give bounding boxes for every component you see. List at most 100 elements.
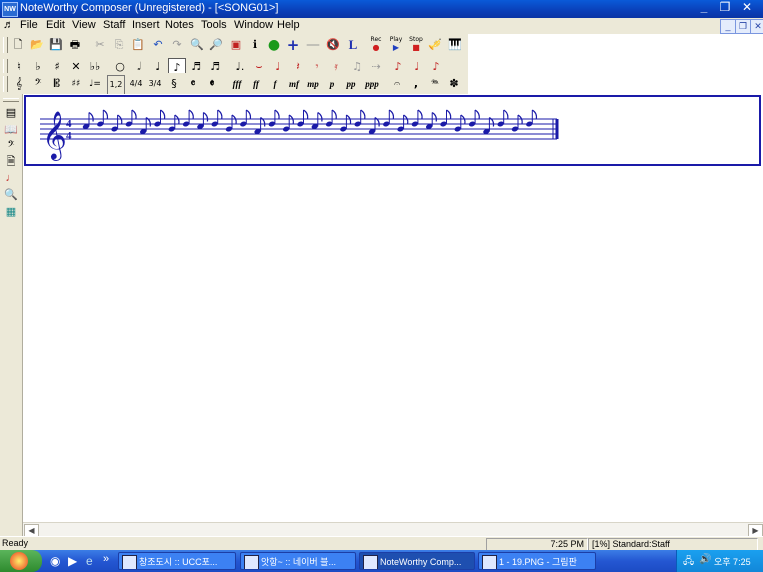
- note-flag: [531, 109, 538, 120]
- eighth-note: [425, 111, 437, 130]
- dynamic-ppp-icon[interactable]: ppp: [362, 75, 382, 93]
- zoom-in-icon[interactable]: 🔍: [189, 36, 205, 54]
- note-red-icon[interactable]: ♩: [3, 170, 19, 186]
- instrument-icon[interactable]: 𝄢: [3, 138, 19, 154]
- toolbar-grip[interactable]: [3, 98, 19, 102]
- task-icon: [244, 555, 259, 569]
- eighth-note: [197, 111, 209, 130]
- menu-staff[interactable]: Staff: [103, 19, 125, 31]
- redo-icon[interactable]: ↷: [169, 36, 185, 54]
- note-flag: [217, 109, 223, 120]
- toolbar-grip[interactable]: [3, 37, 8, 53]
- record-button[interactable]: Rec ●: [367, 36, 385, 54]
- mdi-restore-button[interactable]: ❐: [735, 19, 751, 34]
- task-button-active[interactable]: NoteWorthy Comp...: [359, 552, 475, 570]
- breath-mark-icon[interactable]: ,: [408, 75, 424, 93]
- quicklaunch-icon[interactable]: ◉: [50, 554, 60, 568]
- doc-menu-icon[interactable]: ♬: [2, 19, 15, 32]
- clock[interactable]: 오후 7:25: [714, 555, 751, 568]
- save-icon[interactable]: 💾: [48, 36, 64, 54]
- menu-view[interactable]: View: [72, 19, 96, 31]
- score-canvas[interactable]: 𝄞 4 4: [23, 94, 763, 522]
- plus-icon[interactable]: +: [285, 36, 301, 54]
- cut-icon[interactable]: ✂: [92, 36, 108, 54]
- dynamic-f-icon[interactable]: f: [267, 75, 283, 93]
- stop-button[interactable]: Stop ■: [407, 36, 425, 54]
- paste-icon[interactable]: 📋: [130, 36, 146, 54]
- menu-tools[interactable]: Tools: [201, 19, 227, 31]
- print-icon[interactable]: 🖶: [67, 36, 83, 54]
- mute-icon[interactable]: 🔇: [325, 36, 341, 54]
- grid-icon[interactable]: ▦: [3, 204, 19, 220]
- app-icon[interactable]: NW: [2, 2, 18, 17]
- pedal-icon[interactable]: 𝆮: [427, 75, 443, 93]
- treble-clef-icon[interactable]: 𝄞: [11, 75, 27, 93]
- undo-icon[interactable]: ↶: [150, 36, 166, 54]
- mdi-close-button[interactable]: ✕: [750, 19, 763, 34]
- staff[interactable]: 𝄞 4 4: [26, 97, 759, 164]
- staff-frame[interactable]: 𝄞 4 4: [24, 95, 761, 166]
- close-button[interactable]: ✕: [736, 0, 758, 16]
- menu-edit[interactable]: Edit: [46, 19, 65, 31]
- ending-icon[interactable]: 1,2: [107, 75, 125, 95]
- new-file-icon[interactable]: 🗋: [10, 36, 26, 54]
- dynamic-mp-icon[interactable]: mp: [305, 75, 321, 93]
- play-button[interactable]: Play ▶: [387, 36, 405, 54]
- mdi-minimize-button[interactable]: _: [720, 19, 736, 34]
- time-34-icon[interactable]: 3/4: [147, 75, 163, 93]
- network-icon[interactable]: 🖧: [683, 554, 694, 571]
- magnifier-icon[interactable]: 🔍: [3, 187, 19, 203]
- keyboard-icon[interactable]: 🎹: [445, 36, 465, 54]
- zoom-out-icon[interactable]: 🔎: [208, 36, 224, 54]
- menu-window[interactable]: Window: [234, 19, 273, 31]
- ie-icon[interactable]: e: [86, 554, 93, 568]
- page-setup-icon[interactable]: ▣: [228, 36, 244, 54]
- dynamic-fff-icon[interactable]: fff: [229, 75, 245, 93]
- note-flag: [388, 109, 395, 120]
- tempo-icon[interactable]: ♩=: [87, 75, 103, 93]
- menu-file[interactable]: File: [20, 19, 38, 31]
- note-flag: [131, 109, 137, 120]
- dynamic-p-icon[interactable]: p: [324, 75, 340, 93]
- green-circle-icon[interactable]: ●: [266, 36, 282, 54]
- menu-insert[interactable]: Insert: [132, 19, 160, 31]
- left-toolbar: ▤ 📖 𝄢 🗎 ♩ 🔍 ▦: [0, 94, 23, 536]
- task-button[interactable]: 앗항~ :: 네이버 블...: [240, 552, 356, 570]
- copy-icon[interactable]: ⎘: [111, 36, 127, 54]
- pedal-release-icon[interactable]: ✽: [446, 75, 462, 93]
- volume-icon[interactable]: 🔊: [699, 554, 711, 565]
- menu-help[interactable]: Help: [277, 19, 300, 31]
- fermata-icon[interactable]: 𝄐: [389, 75, 405, 93]
- layout-l-icon[interactable]: L: [345, 36, 361, 54]
- horizontal-scrollbar[interactable]: ◀ ▶: [23, 522, 763, 537]
- bass-clef-icon[interactable]: 𝄢: [30, 75, 46, 93]
- book-icon[interactable]: 📖: [3, 122, 19, 138]
- page-icon[interactable]: 🗎: [3, 154, 19, 170]
- maximize-button[interactable]: ❐: [714, 0, 736, 16]
- dynamic-ff-icon[interactable]: ff: [248, 75, 264, 93]
- segno-icon[interactable]: §: [166, 75, 182, 93]
- note-flag: [331, 109, 337, 120]
- time-44-icon[interactable]: 4/4: [128, 75, 144, 93]
- note-flag: [417, 109, 423, 120]
- instrument-icon[interactable]: 🎺: [427, 36, 443, 54]
- quicklaunch-more[interactable]: »: [103, 553, 109, 565]
- info-icon[interactable]: ℹ: [247, 36, 263, 54]
- dynamic-mf-icon[interactable]: mf: [286, 75, 302, 93]
- staff-icon[interactable]: ▤: [3, 105, 19, 121]
- key-signature-icon[interactable]: ♯♯: [68, 75, 84, 93]
- open-folder-icon[interactable]: 📂: [29, 36, 45, 54]
- media-icon[interactable]: ▶: [68, 554, 77, 568]
- toolbar-grip[interactable]: [3, 76, 8, 92]
- common-time-icon[interactable]: 𝄴: [185, 75, 201, 93]
- alto-clef-icon[interactable]: 𝄡: [49, 75, 65, 93]
- task-button[interactable]: 1 - 19.PNG - 그림판: [478, 552, 596, 570]
- minimize-button[interactable]: _: [693, 0, 715, 16]
- note-flag: [431, 111, 437, 122]
- menu-notes[interactable]: Notes: [165, 19, 194, 31]
- cut-time-icon[interactable]: 𝄵: [204, 75, 220, 93]
- task-button[interactable]: 창조도시 :: UCC포...: [118, 552, 236, 570]
- start-button[interactable]: [0, 550, 42, 572]
- dynamic-pp-icon[interactable]: pp: [343, 75, 359, 93]
- minus-icon[interactable]: —: [305, 36, 321, 54]
